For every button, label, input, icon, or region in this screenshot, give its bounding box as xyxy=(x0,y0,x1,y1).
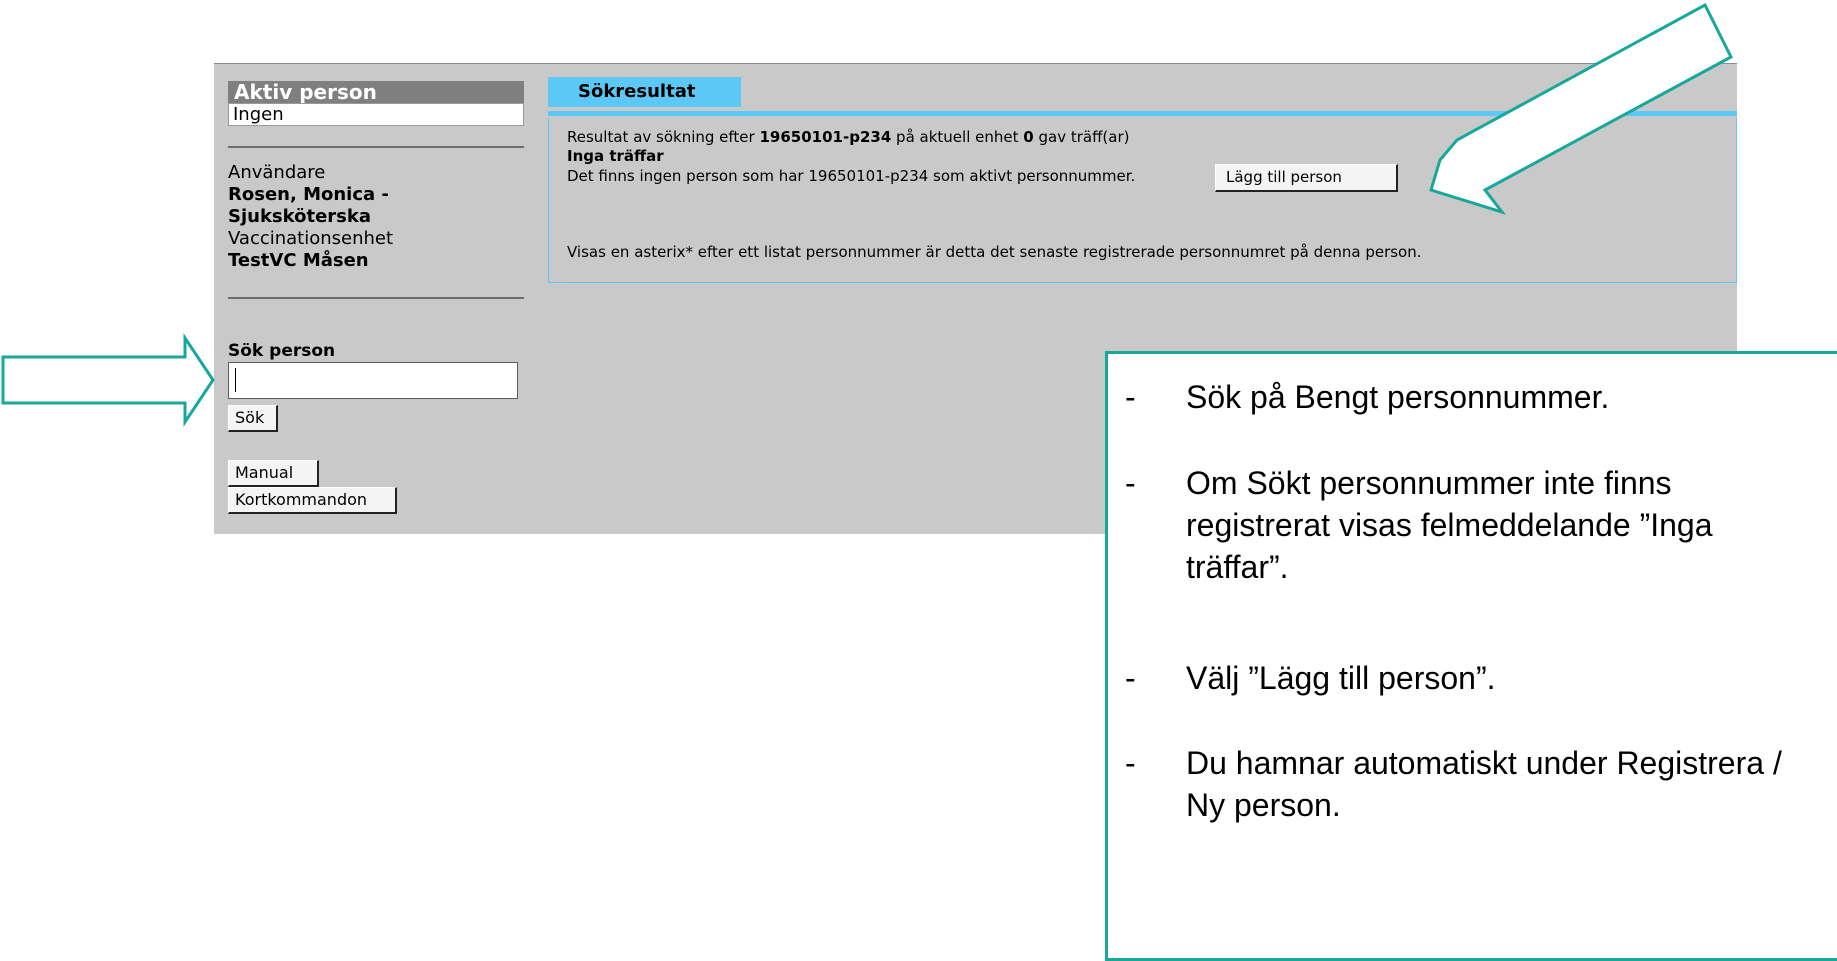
bullet-dash: - xyxy=(1125,465,1136,501)
instruction-box: - Sök på Bengt personnummer. - Om Sökt p… xyxy=(1105,351,1837,961)
bullet-dash: - xyxy=(1125,660,1136,696)
left-arrow-icon xyxy=(1,333,215,427)
instruction-text: Sök på Bengt personnummer. xyxy=(1186,379,1610,415)
bullet-dash: - xyxy=(1125,745,1136,781)
instruction-text: Om Sökt personnummer inte finns registre… xyxy=(1186,465,1713,585)
diagonal-arrow-icon xyxy=(1429,2,1733,215)
bullet-dash: - xyxy=(1125,379,1136,415)
instruction-text: Välj ”Lägg till person”. xyxy=(1186,660,1496,696)
instruction-text: Du hamnar automatiskt under Registrera /… xyxy=(1186,745,1782,823)
